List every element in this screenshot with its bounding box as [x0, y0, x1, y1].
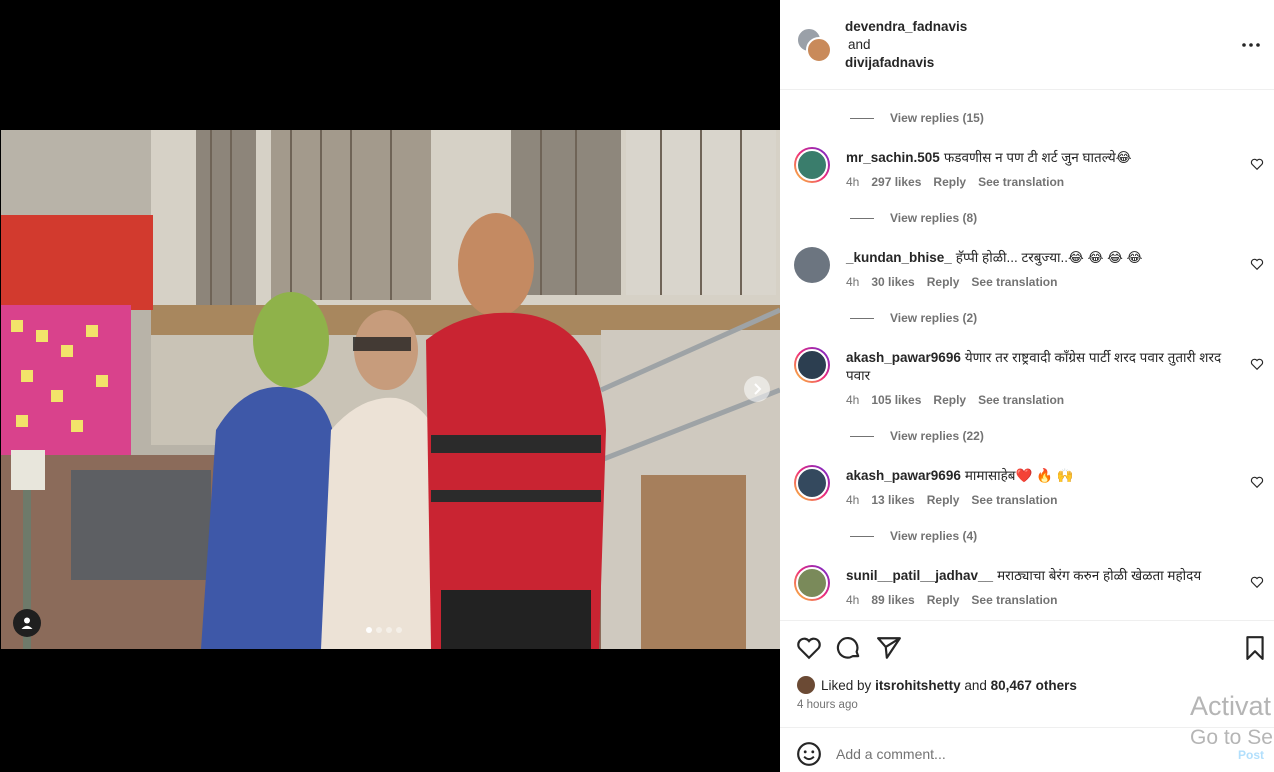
comment-time[interactable]: 4h [846, 273, 859, 291]
see-translation-button[interactable]: See translation [971, 491, 1057, 509]
liked-by-and: and [964, 677, 987, 693]
view-replies-label: View replies (15) [890, 111, 984, 125]
watermark-line-2: Go to Se [1190, 726, 1273, 749]
view-replies-button[interactable]: View replies (15) [850, 111, 984, 125]
comment-likes[interactable]: 30 likes [871, 273, 914, 291]
comment-username[interactable]: akash_pawar9696 [846, 350, 961, 365]
comments-list: View replies (15) mr_sachin.505 फडवणीस न … [780, 91, 1274, 620]
see-translation-button[interactable]: See translation [971, 273, 1057, 291]
view-replies-label: View replies (22) [890, 429, 984, 443]
heart-icon[interactable] [1250, 257, 1264, 271]
user-icon [21, 617, 33, 629]
media-area [0, 0, 780, 772]
reply-button[interactable]: Reply [927, 273, 960, 291]
comment-time[interactable]: 4h [846, 173, 859, 191]
avatar[interactable] [794, 147, 830, 183]
comment-likes[interactable]: 13 likes [871, 491, 914, 509]
post-actions-bar [780, 620, 1274, 670]
comment-text: फडवणीस न पण टी शर्ट जुन घातल्ये😂 [943, 150, 1132, 165]
comment-time[interactable]: 4h [846, 391, 859, 409]
heart-icon[interactable] [1250, 575, 1264, 589]
avatar[interactable] [794, 247, 830, 283]
carousel-dots [366, 627, 402, 633]
avatar[interactable] [794, 465, 830, 501]
post-header: devendra_fadnavis and divijafadnavis [780, 0, 1274, 90]
reply-button[interactable]: Reply [927, 491, 960, 509]
carousel-dot [366, 627, 372, 633]
comment-time[interactable]: 4h [846, 491, 859, 509]
add-comment-input[interactable] [836, 740, 1166, 768]
carousel-dot [386, 627, 392, 633]
bookmark-icon[interactable] [1242, 635, 1268, 661]
windows-activation-watermark: Activat Go to Se [1190, 690, 1273, 754]
avatar [806, 37, 832, 63]
more-options-button[interactable] [1242, 36, 1260, 54]
view-replies-button[interactable]: View replies (8) [850, 211, 977, 225]
see-translation-button[interactable]: See translation [978, 391, 1064, 409]
reply-button[interactable]: Reply [933, 173, 966, 191]
comment-bubble-icon[interactable] [836, 635, 862, 661]
view-replies-label: View replies (2) [890, 311, 978, 325]
emoji-icon[interactable] [796, 741, 822, 767]
avatar[interactable] [794, 347, 830, 383]
view-replies-button[interactable]: View replies (4) [850, 529, 977, 543]
see-translation-button[interactable]: See translation [971, 591, 1057, 609]
author-username-1[interactable]: devendra_fadnavis [845, 18, 967, 36]
comment-username[interactable]: _kundan_bhise_ [846, 250, 952, 265]
comment-username[interactable]: sunil__patil__jadhav__ [846, 568, 993, 583]
carousel-dot [376, 627, 382, 633]
view-replies-label: View replies (8) [890, 211, 978, 225]
heart-icon[interactable] [1250, 357, 1264, 371]
carousel-dot [396, 627, 402, 633]
share-paper-plane-icon[interactable] [876, 635, 902, 661]
author-names: devendra_fadnavis and divijafadnavis [845, 18, 967, 72]
comment-username[interactable]: mr_sachin.505 [846, 150, 940, 165]
liked-by-others[interactable]: 80,467 others [991, 678, 1077, 693]
comment-text: मामासाहेब❤️ 🔥 🙌 [964, 468, 1074, 483]
avatar[interactable] [794, 565, 830, 601]
chevron-right-icon [754, 383, 762, 395]
tagged-users-button[interactable] [13, 609, 41, 637]
watermark-line-1: Activat [1190, 691, 1272, 721]
reply-button[interactable]: Reply [933, 391, 966, 409]
heart-icon[interactable] [1250, 157, 1264, 171]
instagram-post-viewer: devendra_fadnavis and divijafadnavis Vie… [0, 0, 1274, 772]
reply-button[interactable]: Reply [927, 591, 960, 609]
carousel-next-button[interactable] [744, 376, 770, 402]
comment-text: मराठ्याचा बेरंग करुन होळी खेळता महोदय [997, 568, 1202, 583]
author-avatars[interactable] [796, 27, 832, 63]
liked-by-user[interactable]: itsrohitshetty [875, 678, 961, 693]
post-timestamp[interactable]: 4 hours ago [797, 699, 858, 711]
comment-username[interactable]: akash_pawar9696 [846, 468, 961, 483]
comment-time[interactable]: 4h [846, 591, 859, 609]
heart-icon[interactable] [1250, 475, 1264, 489]
avatar [797, 676, 815, 694]
see-translation-button[interactable]: See translation [978, 173, 1064, 191]
likes-summary: Liked by itsrohitshetty and 80,467 other… [797, 676, 1077, 694]
like-heart-icon[interactable] [796, 635, 822, 661]
comment-likes[interactable]: 105 likes [871, 391, 921, 409]
post-side-panel: devendra_fadnavis and divijafadnavis Vie… [780, 0, 1274, 772]
comment-likes[interactable]: 89 likes [871, 591, 914, 609]
liked-by-prefix: Liked by [821, 677, 872, 693]
comment-likes[interactable]: 297 likes [871, 173, 921, 191]
comment-text: हॅप्पी होळी... टरबुज्या..😂 😂 😂 😂 [955, 250, 1143, 265]
and-label: and [848, 37, 871, 52]
view-replies-button[interactable]: View replies (2) [850, 311, 977, 325]
author-username-2[interactable]: divijafadnavis [845, 54, 967, 72]
view-replies-button[interactable]: View replies (22) [850, 429, 984, 443]
more-horizontal-icon [1242, 43, 1260, 47]
post-photo [1, 130, 780, 649]
view-replies-label: View replies (4) [890, 529, 978, 543]
